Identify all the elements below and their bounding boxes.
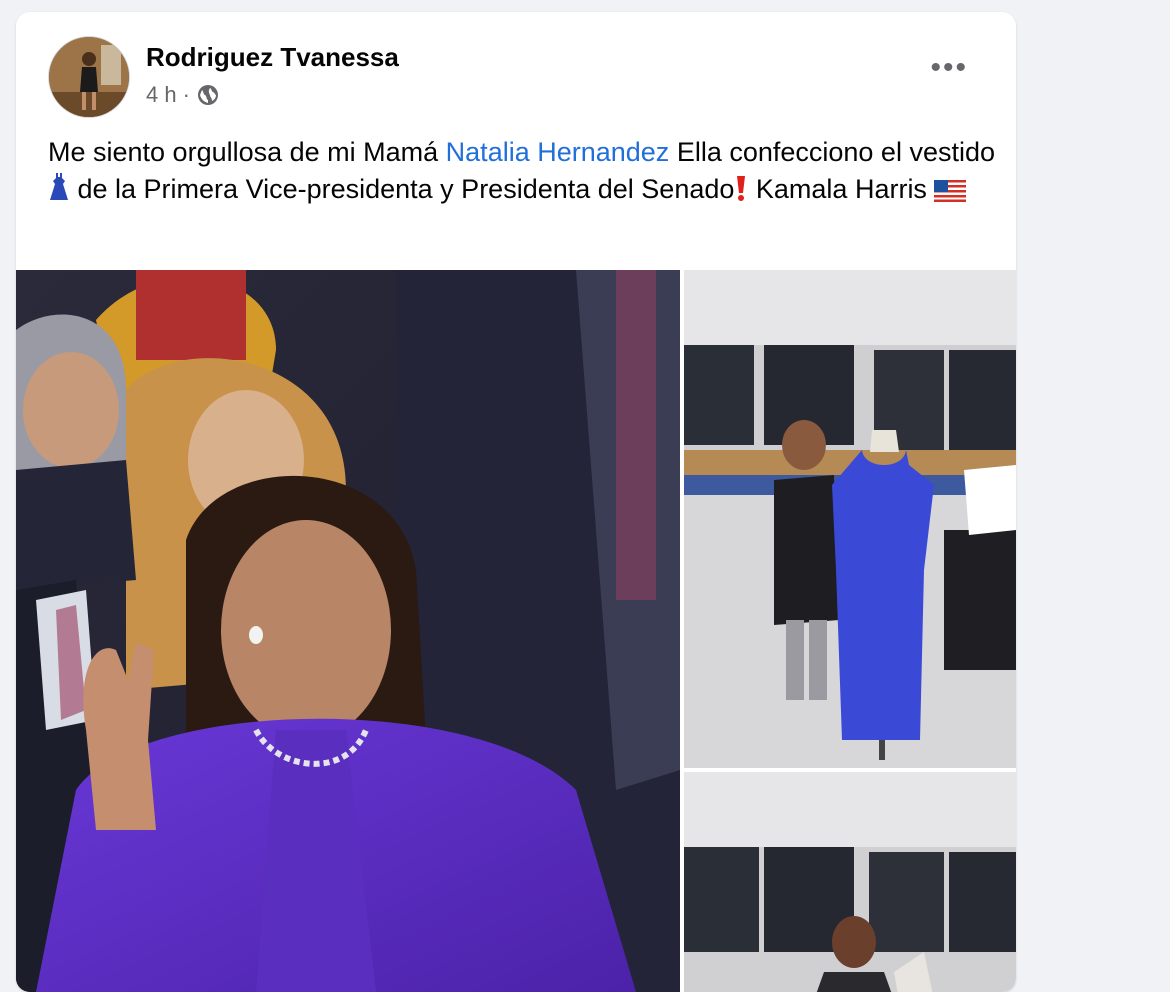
photo-inauguration[interactable] <box>16 270 680 992</box>
post-text: Me siento orgullosa de mi Mamá Natalia H… <box>48 134 998 212</box>
photo-workshop[interactable] <box>684 772 1016 992</box>
mention-link[interactable]: Natalia Hernandez <box>446 137 670 167</box>
post-text-part3: de la Primera Vice-presidenta y Presiden… <box>70 174 735 204</box>
globe-icon[interactable] <box>196 83 220 107</box>
meta-separator: · <box>182 82 190 107</box>
post-card: Rodriguez Tvanessa 4 h · ••• Me siento o… <box>16 12 1016 992</box>
more-options-icon[interactable]: ••• <box>930 53 968 83</box>
post-time[interactable]: 4 h <box>146 82 177 108</box>
post-meta: 4 h · <box>146 82 220 108</box>
author-name[interactable]: Rodriguez Tvanessa <box>146 42 399 73</box>
post-text-part1: Me siento orgullosa de mi Mamá <box>48 137 446 167</box>
red-exclamation-icon <box>734 174 748 212</box>
author-avatar[interactable] <box>48 36 130 118</box>
photo-gallery <box>16 270 1016 992</box>
post-text-part2: Ella confecciono el vestido <box>669 137 995 167</box>
us-flag-icon <box>934 175 967 212</box>
dress-emoji-icon <box>48 172 70 212</box>
post-text-part4: Kamala Harris <box>748 174 935 204</box>
photo-dress-mannequin[interactable] <box>684 270 1016 768</box>
